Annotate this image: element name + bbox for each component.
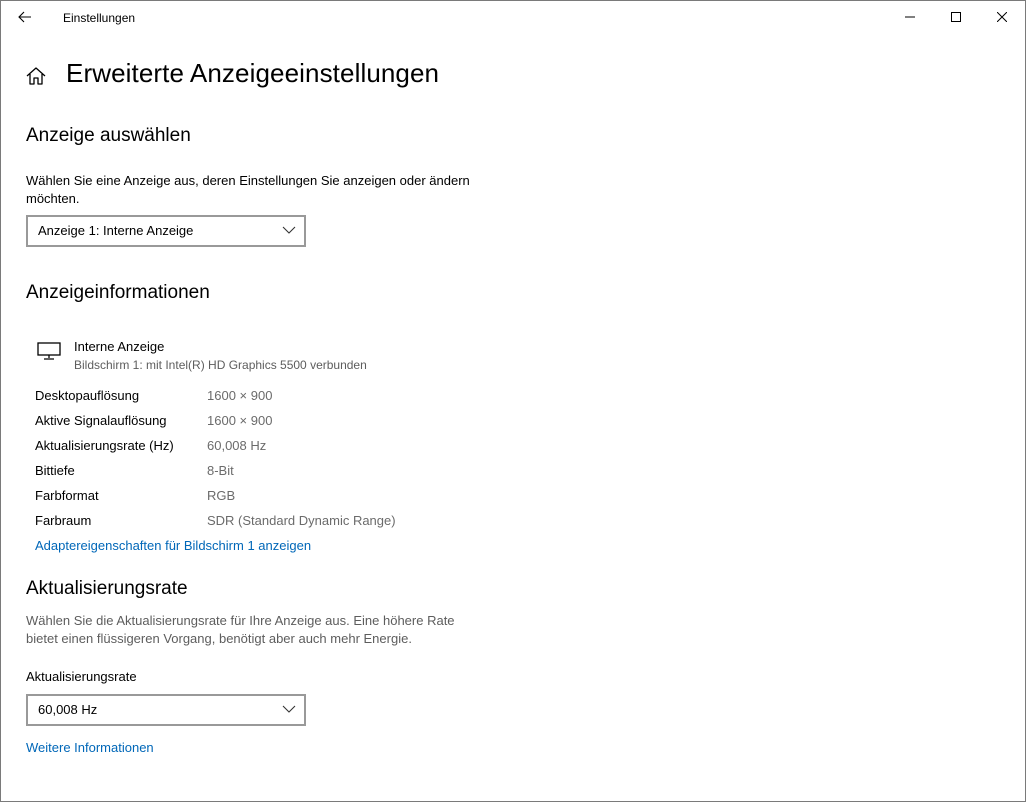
maximize-button[interactable] <box>933 1 979 33</box>
info-label: Farbformat <box>35 488 99 503</box>
info-value: 8-Bit <box>207 463 234 478</box>
monitor-icon <box>37 342 61 360</box>
info-value: RGB <box>207 488 236 503</box>
refresh-rate-dropdown-value: 60,008 Hz <box>38 702 98 717</box>
more-info-link[interactable]: Weitere Informationen <box>26 740 154 755</box>
adapter-properties-link[interactable]: Adaptereigenschaften für Bildschirm 1 an… <box>35 538 311 553</box>
settings-window: Einstellungen Erweiterte Anzeigeeinstell… <box>0 0 1026 802</box>
minimize-icon <box>905 16 915 18</box>
select-display-description: Wählen Sie eine Anzeige aus, deren Einst… <box>26 173 470 206</box>
refresh-rate-field-label: Aktualisierungsrate <box>26 669 137 684</box>
maximize-icon <box>951 12 961 22</box>
home-button[interactable] <box>25 65 47 87</box>
close-icon <box>997 12 1007 22</box>
title-bar: Einstellungen <box>1 1 1025 33</box>
app-title: Einstellungen <box>63 11 136 25</box>
display-dropdown-value: Anzeige 1: Interne Anzeige <box>38 223 194 238</box>
info-label: Bittiefe <box>35 463 75 478</box>
info-value: SDR (Standard Dynamic Range) <box>207 513 396 528</box>
chevron-down-icon <box>282 226 296 234</box>
select-display-heading: Anzeige auswählen <box>26 125 191 146</box>
minimize-button[interactable] <box>887 1 933 33</box>
home-icon <box>26 67 46 85</box>
back-arrow-icon <box>18 11 31 23</box>
refresh-rate-dropdown[interactable]: 60,008 Hz <box>26 694 306 726</box>
refresh-rate-heading: Aktualisierungsrate <box>26 578 188 599</box>
back-button[interactable] <box>11 5 39 29</box>
info-label: Farbraum <box>35 513 92 528</box>
display-dropdown[interactable]: Anzeige 1: Interne Anzeige <box>26 215 306 247</box>
info-value: 1600 × 900 <box>207 413 273 428</box>
page-title: Erweiterte Anzeigeeinstellungen <box>66 58 440 88</box>
info-label: Desktopauflösung <box>35 388 140 403</box>
info-value: 1600 × 900 <box>207 388 273 403</box>
info-value: 60,008 Hz <box>207 438 267 453</box>
info-label: Aktualisierungsrate (Hz) <box>35 438 174 453</box>
display-subtitle: Bildschirm 1: mit Intel(R) HD Graphics 5… <box>74 358 367 372</box>
display-info-heading: Anzeigeinformationen <box>26 282 210 303</box>
close-button[interactable] <box>979 1 1025 33</box>
chevron-down-icon <box>282 705 296 713</box>
refresh-rate-description: Wählen Sie die Aktualisierungsrate für I… <box>26 613 455 646</box>
display-name: Interne Anzeige <box>74 339 165 354</box>
info-label: Aktive Signalauflösung <box>35 413 167 428</box>
